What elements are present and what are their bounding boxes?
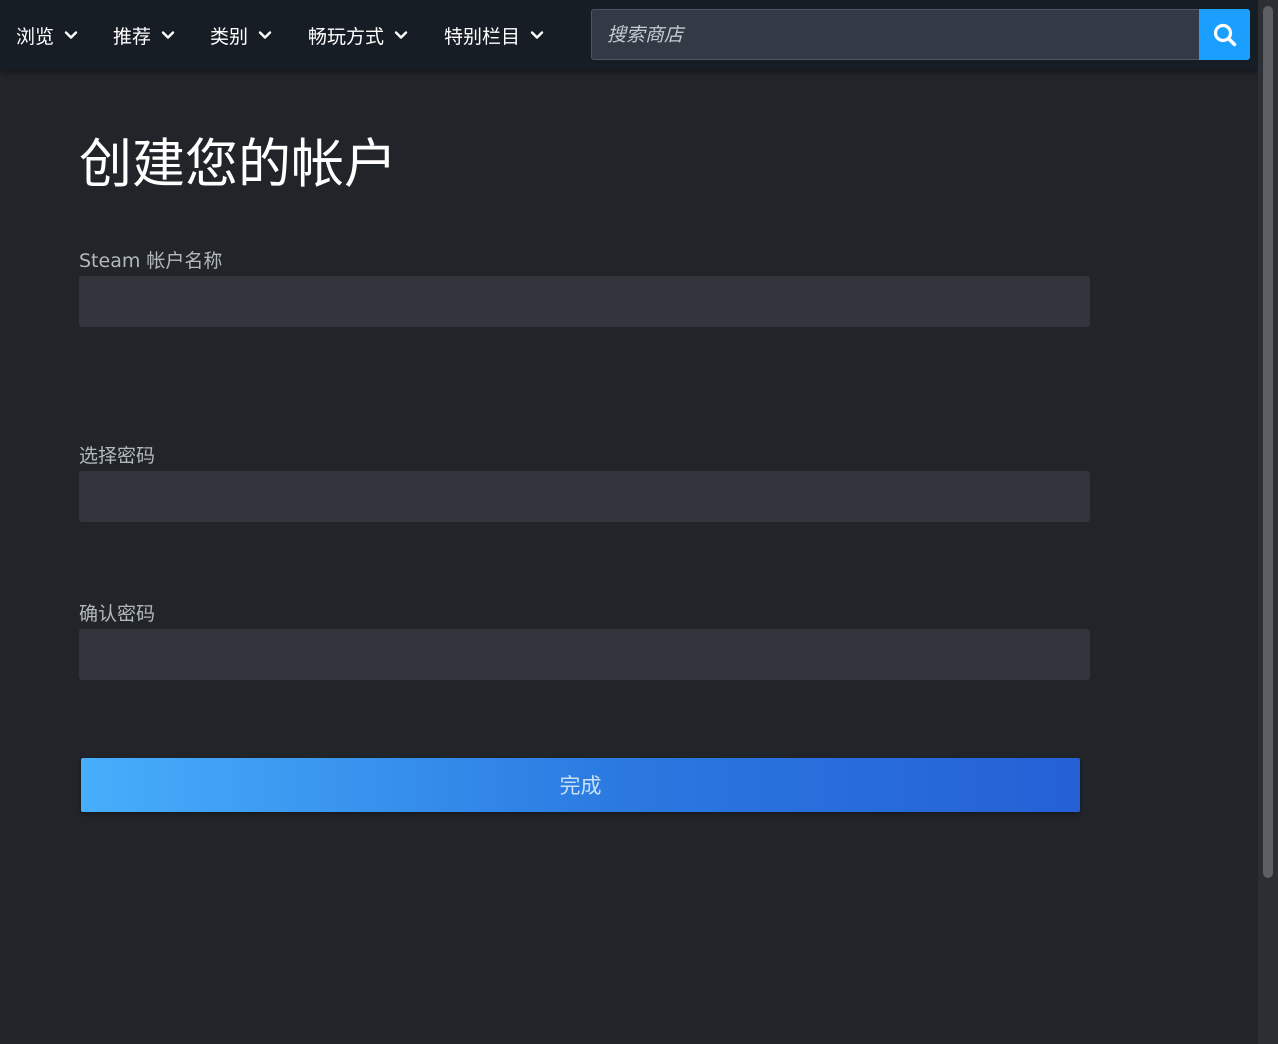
scrollbar-thumb[interactable] — [1263, 6, 1273, 878]
search-button[interactable] — [1199, 9, 1250, 60]
nav-menu-label: 特别栏目 — [444, 25, 521, 48]
account-name-input[interactable] — [79, 276, 1090, 327]
confirm-password-input[interactable] — [79, 629, 1090, 680]
nav-menu-label: 推荐 — [113, 25, 152, 48]
chevron-down-icon — [64, 28, 78, 42]
search-input[interactable] — [592, 10, 1199, 59]
nav-menu-label: 类别 — [210, 25, 249, 48]
search-icon — [1213, 23, 1236, 46]
choose-password-label: 选择密码 — [79, 445, 156, 467]
confirm-password-label: 确认密码 — [79, 603, 156, 625]
done-button[interactable]: 完成 — [81, 758, 1080, 812]
nav-menu-label: 畅玩方式 — [308, 25, 385, 48]
account-name-label: Steam 帐户名称 — [79, 250, 223, 272]
nav-menu-special-sections[interactable]: 特别栏目 — [444, 0, 544, 70]
nav-menu-categories[interactable]: 类别 — [210, 0, 272, 70]
top-navigation-bar: 浏览 推荐 类别 畅玩方式 特别栏目 — [0, 0, 1258, 70]
nav-menu-label: 浏览 — [16, 25, 55, 48]
chevron-down-icon — [530, 28, 544, 42]
page-title: 创建您的帐户 — [79, 134, 397, 195]
search-box — [591, 9, 1199, 60]
nav-menu-recommended[interactable]: 推荐 — [113, 0, 175, 70]
chevron-down-icon — [161, 28, 175, 42]
chevron-down-icon — [258, 28, 272, 42]
choose-password-input[interactable] — [79, 471, 1090, 522]
nav-menu-ways-to-play[interactable]: 畅玩方式 — [308, 0, 408, 70]
chevron-down-icon — [394, 28, 408, 42]
nav-menu-browse[interactable]: 浏览 — [16, 0, 78, 70]
